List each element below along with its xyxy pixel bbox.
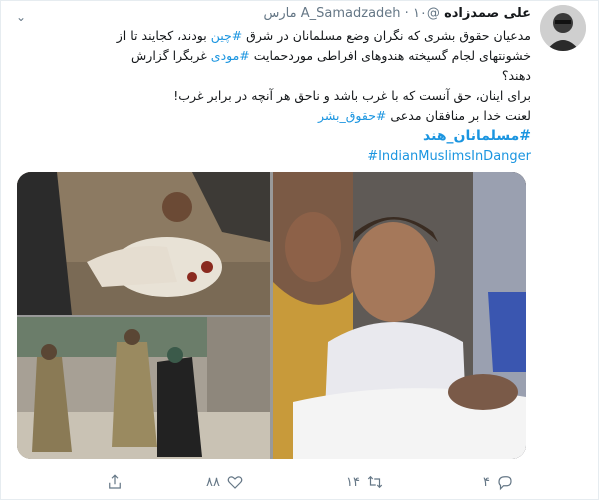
- tweet-line: #IndianMuslimsInDanger: [71, 146, 531, 167]
- share-button[interactable]: [106, 470, 124, 494]
- hashtag-link[interactable]: #مودی: [211, 48, 250, 63]
- photo-crying-boy[interactable]: [273, 172, 526, 459]
- tweet-text: مدعیان حقوق بشری که نگران وضع مسلمانان د…: [71, 26, 531, 167]
- action-bar: ۴ ۱۴ ۸۸: [0, 470, 599, 494]
- photo-injured-man[interactable]: [17, 172, 270, 315]
- photo-street-clash[interactable]: [17, 317, 270, 459]
- hashtag-link[interactable]: #چین: [211, 28, 243, 43]
- avatar[interactable]: [540, 5, 586, 51]
- like-button[interactable]: ۸۸: [206, 470, 244, 494]
- heart-icon: [227, 476, 243, 489]
- like-count: ۸۸: [206, 474, 220, 490]
- reply-count: ۴: [483, 474, 490, 490]
- tweet-line: #مسلمانان_هند: [71, 126, 531, 146]
- tweet-line: دهند؟: [501, 68, 531, 83]
- retweet-icon: [367, 475, 383, 489]
- retweet-count: ۱۴: [346, 474, 360, 490]
- hashtag-link[interactable]: #مسلمانان_هند: [423, 128, 531, 144]
- tweet-header: علی صمدزاده @A_Samadzadeh · ۱۰ مارس: [264, 6, 531, 26]
- share-icon: [109, 474, 121, 489]
- chevron-down-icon[interactable]: ⌄: [14, 10, 28, 24]
- retweet-button[interactable]: ۱۴: [346, 470, 384, 494]
- tweet-line: مدعیان حقوق بشری که نگران وضع مسلمانان د…: [116, 28, 531, 43]
- separator: ·: [404, 6, 409, 21]
- tweet-line: لعنت خدا بر منافقان مدعی #حقوق_بشر: [317, 108, 531, 123]
- hashtag-link[interactable]: #IndianMuslimsInDanger: [367, 149, 531, 164]
- tweet-line: خشونتهای لجام گسیخته هندوهای افراطی مورد…: [131, 48, 531, 63]
- author-name[interactable]: علی صمدزاده: [444, 6, 531, 21]
- reply-icon: [498, 476, 512, 491]
- media-grid: [17, 172, 526, 459]
- reply-button[interactable]: ۴: [483, 470, 514, 494]
- tweet-line: برای اینان، حق آنست که با غرب باشد و ناح…: [173, 88, 531, 103]
- hashtag-link[interactable]: #حقوق_بشر: [318, 108, 386, 123]
